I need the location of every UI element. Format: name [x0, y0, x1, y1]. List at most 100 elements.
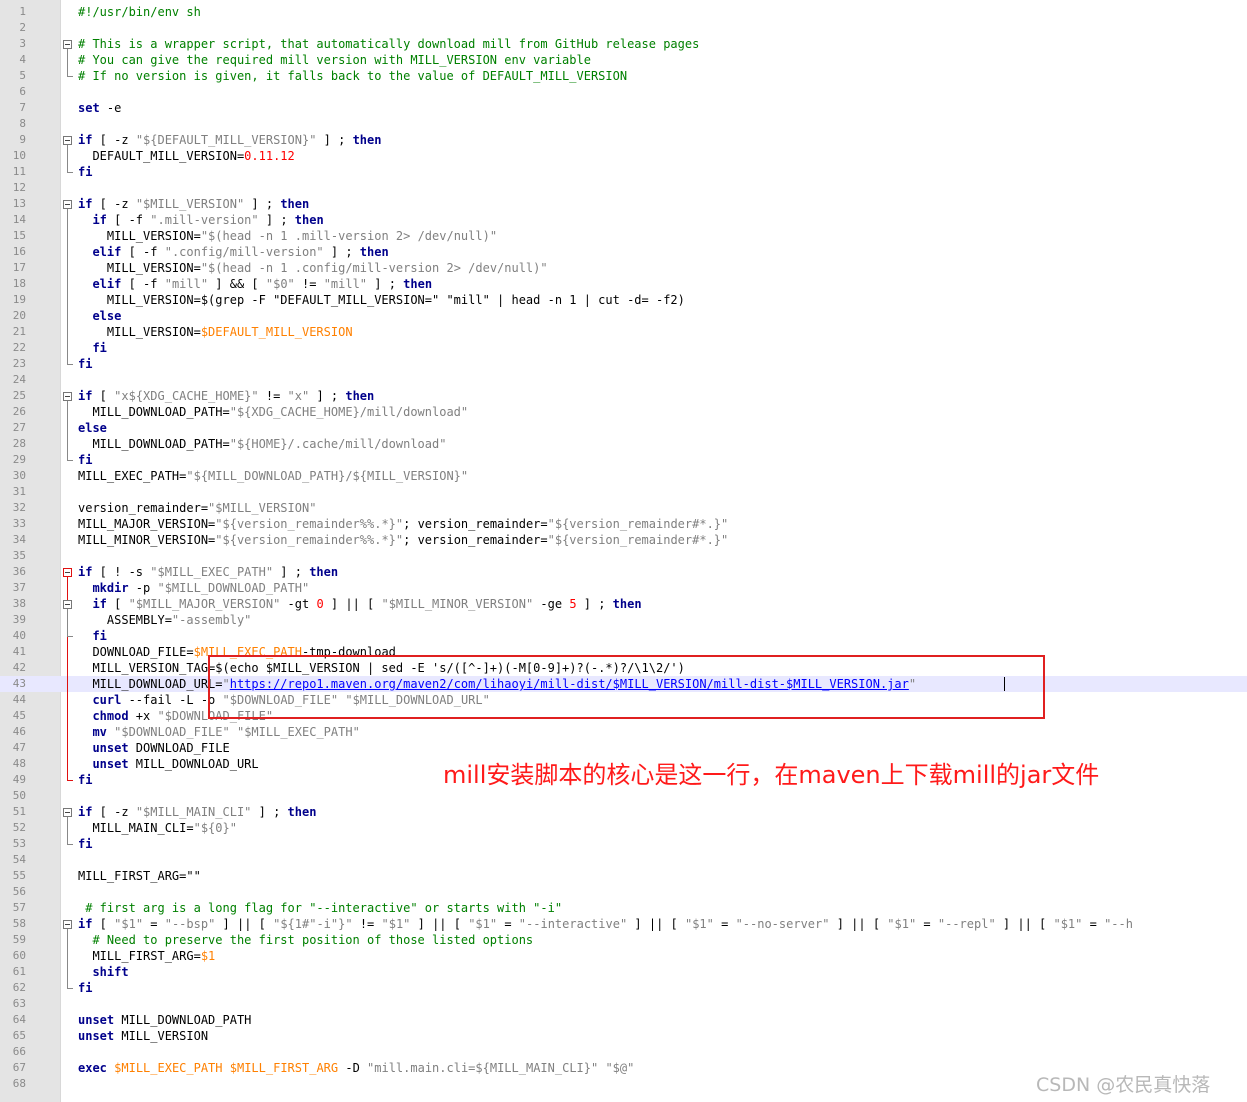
code-line[interactable]: 66	[0, 1044, 1247, 1060]
code-line[interactable]: 63	[0, 996, 1247, 1012]
code-text: fi	[78, 340, 106, 356]
code-line[interactable]: 62 fi	[0, 980, 1247, 996]
code-line[interactable]: 28 MILL_DOWNLOAD_PATH="${HOME}/.cache/mi…	[0, 436, 1247, 452]
code-line[interactable]: 2	[0, 20, 1247, 36]
code-line[interactable]: 9 if [ -z "${DEFAULT_MILL_VERSION}" ] ; t…	[0, 132, 1247, 148]
code-line[interactable]: 37 mkdir -p "$MILL_DOWNLOAD_PATH"	[0, 580, 1247, 596]
code-line[interactable]: 1 #!/usr/bin/env sh	[0, 4, 1247, 20]
code-token: ] || [	[323, 597, 382, 611]
fold-toggle-icon[interactable]	[63, 200, 72, 209]
code-editor[interactable]: 1 #!/usr/bin/env sh 2 3 # This is a wrapper …	[0, 0, 1247, 1102]
code-line[interactable]: 7 set -e	[0, 100, 1247, 116]
code-token: ] ;	[251, 805, 288, 819]
code-line[interactable]: 3 # This is a wrapper script, that automa…	[0, 36, 1247, 52]
line-number: 51	[12, 805, 26, 818]
code-line[interactable]: 24	[0, 372, 1247, 388]
code-line[interactable]: 55 MILL_FIRST_ARG=""	[0, 868, 1247, 884]
fold-toggle-icon[interactable]	[63, 920, 72, 929]
code-line[interactable]: 46 mv "$DOWNLOAD_FILE" "$MILL_EXEC_PATH"	[0, 724, 1247, 740]
code-line[interactable]: 20 else	[0, 308, 1247, 324]
code-line[interactable]: 21 MILL_VERSION=$DEFAULT_MILL_VERSION	[0, 324, 1247, 340]
code-line[interactable]: 39 ASSEMBLY="-assembly"	[0, 612, 1247, 628]
code-line[interactable]: 51 if [ -z "$MILL_MAIN_CLI" ] ; then	[0, 804, 1247, 820]
code-token: # If no version is given, it falls back …	[78, 69, 628, 83]
code-line[interactable]: 22 fi	[0, 340, 1247, 356]
code-text: else	[78, 308, 121, 324]
code-line[interactable]: 54	[0, 852, 1247, 868]
code-text: fi	[78, 836, 92, 852]
code-text: MILL_MAJOR_VERSION="${version_remainder%…	[78, 516, 728, 532]
code-token: ".config/mill-version"	[164, 245, 324, 259]
code-line[interactable]: 40 fi	[0, 628, 1247, 644]
code-token: "--no-server"	[735, 917, 830, 931]
code-text: if [ ! -s "$MILL_EXEC_PATH" ] ; then	[78, 564, 338, 580]
line-number: 16	[12, 245, 26, 258]
code-line[interactable]: 13 if [ -z "$MILL_VERSION" ] ; then	[0, 196, 1247, 212]
code-token: "$1"	[468, 917, 498, 931]
code-line[interactable]: 27 else	[0, 420, 1247, 436]
code-line[interactable]: 5 # If no version is given, it falls back…	[0, 68, 1247, 84]
code-line[interactable]: 29 fi	[0, 452, 1247, 468]
code-line[interactable]: 4 # You can give the required mill versio…	[0, 52, 1247, 68]
code-token: MILL_DOWNLOAD_URL	[128, 757, 259, 771]
code-line[interactable]: 10 DEFAULT_MILL_VERSION=0.11.12	[0, 148, 1247, 164]
code-token: "${version_remainder#*.}"	[547, 517, 729, 531]
line-number: 8	[19, 117, 26, 130]
code-line[interactable]: 33 MILL_MAJOR_VERSION="${version_remainde…	[0, 516, 1247, 532]
code-line[interactable]: 31	[0, 484, 1247, 500]
code-line[interactable]: 14 if [ -f ".mill-version" ] ; then	[0, 212, 1247, 228]
fold-toggle-icon[interactable]	[63, 136, 72, 145]
code-line[interactable]: 52 MILL_MAIN_CLI="${0}"	[0, 820, 1247, 836]
code-line[interactable]: 56	[0, 884, 1247, 900]
code-line[interactable]: 23 fi	[0, 356, 1247, 372]
fold-toggle-icon[interactable]	[63, 600, 72, 609]
code-line[interactable]: 25 if [ "x${XDG_CACHE_HOME}" != "x" ] ; t…	[0, 388, 1247, 404]
code-line[interactable]: 11 fi	[0, 164, 1247, 180]
code-line[interactable]: 38 if [ "$MILL_MAJOR_VERSION" -gt 0 ] ||…	[0, 596, 1247, 612]
code-line[interactable]: 65 unset MILL_VERSION	[0, 1028, 1247, 1044]
code-line[interactable]: 60 MILL_FIRST_ARG=$1	[0, 948, 1247, 964]
fold-toggle-icon[interactable]	[63, 40, 72, 49]
code-line[interactable]: 50	[0, 788, 1247, 804]
code-line[interactable]: 16 elif [ -f ".config/mill-version" ] ; …	[0, 244, 1247, 260]
code-token: -D	[338, 1061, 368, 1075]
code-line[interactable]: 53 fi	[0, 836, 1247, 852]
code-token: # You can give the required mill version…	[78, 53, 591, 67]
fold-toggle-icon[interactable]	[63, 568, 72, 577]
code-line[interactable]: 35	[0, 548, 1247, 564]
code-line[interactable]: 26 MILL_DOWNLOAD_PATH="${XDG_CACHE_HOME}…	[0, 404, 1247, 420]
code-line[interactable]: 57 # first arg is a long flag for "--int…	[0, 900, 1247, 916]
fold-toggle-icon[interactable]	[63, 392, 72, 401]
code-token: "x${XDG_CACHE_HOME}"	[114, 389, 259, 403]
code-line[interactable]: 61 shift	[0, 964, 1247, 980]
code-token: mv	[92, 725, 107, 739]
code-token: -e	[99, 101, 122, 115]
code-line[interactable]: 8	[0, 116, 1247, 132]
code-line[interactable]: 64 unset MILL_DOWNLOAD_PATH	[0, 1012, 1247, 1028]
line-number: 61	[12, 965, 26, 978]
code-line[interactable]: 15 MILL_VERSION="$(head -n 1 .mill-versi…	[0, 228, 1247, 244]
code-line[interactable]: 59 # Need to preserve the first position…	[0, 932, 1247, 948]
code-line[interactable]: 32 version_remainder="$MILL_VERSION"	[0, 500, 1247, 516]
fold-toggle-icon[interactable]	[63, 808, 72, 817]
code-line[interactable]: 12	[0, 180, 1247, 196]
code-line[interactable]: 18 elif [ -f "mill" ] && [ "$0" != "mill…	[0, 276, 1247, 292]
code-line[interactable]: 47 unset DOWNLOAD_FILE	[0, 740, 1247, 756]
code-text: MILL_MAIN_CLI="${0}"	[78, 820, 237, 836]
code-line[interactable]: 6	[0, 84, 1247, 100]
line-number: 65	[12, 1029, 26, 1042]
code-line[interactable]: 34 MILL_MINOR_VERSION="${version_remainde…	[0, 532, 1247, 548]
code-token: fi	[78, 453, 93, 467]
line-number: 24	[12, 373, 26, 386]
line-number: 27	[12, 421, 26, 434]
code-line[interactable]: 36 if [ ! -s "$MILL_EXEC_PATH" ] ; then	[0, 564, 1247, 580]
code-line[interactable]: 19 MILL_VERSION=$(grep -F "DEFAULT_MILL_…	[0, 292, 1247, 308]
line-number: 13	[12, 197, 26, 210]
code-line[interactable]: 17 MILL_VERSION="$(head -n 1 .config/mil…	[0, 260, 1247, 276]
code-line[interactable]: 30 MILL_EXEC_PATH="${MILL_DOWNLOAD_PATH}/…	[0, 468, 1247, 484]
code-line[interactable]: 58 if [ "$1" = "--bsp" ] || [ "${1#"-i"}"…	[0, 916, 1247, 932]
code-text: MILL_DOWNLOAD_PATH="${XDG_CACHE_HOME}/mi…	[78, 404, 468, 420]
code-text: fi	[78, 452, 92, 468]
